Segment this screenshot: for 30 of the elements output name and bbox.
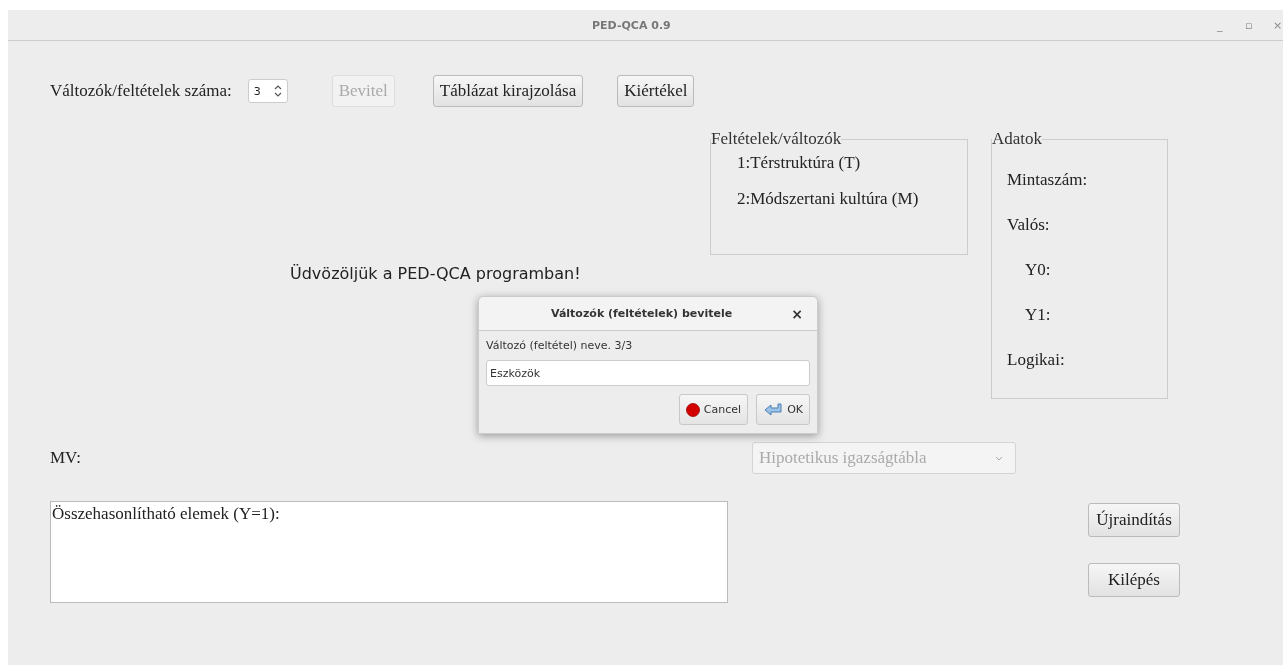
- group-title: Adatok: [992, 129, 1043, 149]
- input-field[interactable]: Eszközök: [486, 360, 810, 386]
- count-label: Változók/feltételek száma:: [50, 81, 232, 101]
- toolbar-button[interactable]: Táblázat kirajzolása: [432, 75, 584, 107]
- close-button[interactable]: ×: [791, 305, 803, 322]
- text-area[interactable]: Összehasonlítható elemek (Y=1):: [50, 501, 728, 603]
- prompt-label: Változó (feltétel) neve. 3/3: [486, 339, 634, 352]
- window-title: PED-QCA 0.9: [592, 18, 671, 32]
- condition-item: 1:Térstruktúra (T): [736, 153, 862, 173]
- dialog-button[interactable]: Cancel: [678, 394, 749, 425]
- spinner-arrows-icon[interactable]: [273, 84, 282, 98]
- caret-icon: [995, 455, 1003, 461]
- enter-arrow-icon: [763, 402, 784, 417]
- data-label: Y1:: [1024, 304, 1052, 326]
- side-button[interactable]: Kilépés: [1088, 563, 1180, 597]
- mv-label: MV:: [50, 448, 82, 468]
- stop-icon: [685, 402, 700, 417]
- welcome-text: Üdvözöljük a PED-QCA programban!: [290, 264, 581, 283]
- data-label: Y0:: [1024, 259, 1052, 281]
- group-title: Feltételek/változók: [711, 129, 842, 149]
- dialog-button[interactable]: OK: [756, 394, 810, 425]
- data-label: Mintaszám:: [1006, 169, 1089, 191]
- dialog-title: Változók (feltételek) bevitele: [551, 307, 733, 320]
- area-text: Összehasonlítható elemek (Y=1):: [52, 504, 280, 523]
- data-label: Valós:: [1006, 214, 1051, 236]
- condition-item: 2:Módszertani kultúra (M): [736, 189, 920, 209]
- toolbar-button[interactable]: Kiértékel: [617, 75, 695, 107]
- count-spinner[interactable]: 3: [247, 79, 288, 103]
- side-button[interactable]: Újraindítás: [1088, 503, 1180, 537]
- data-label: Logikai:: [1006, 349, 1066, 371]
